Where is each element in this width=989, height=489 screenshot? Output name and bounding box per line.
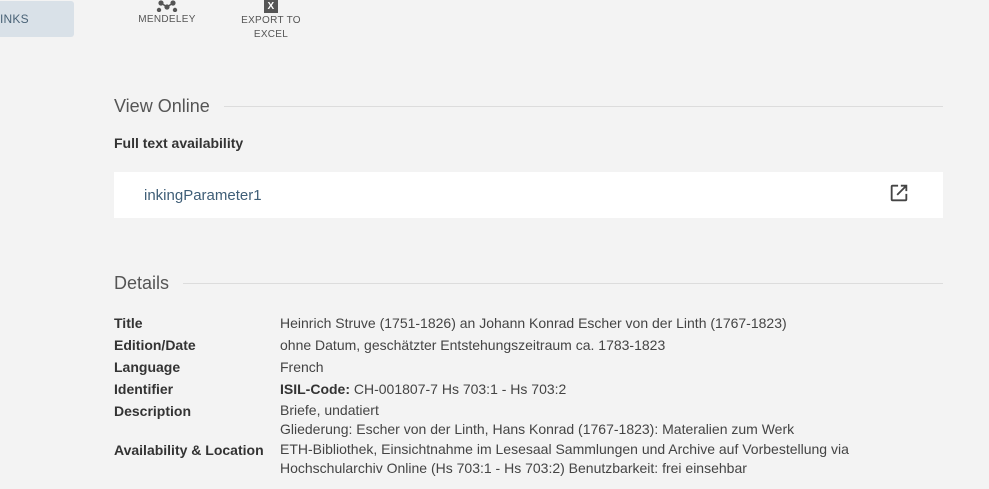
description-line: Gliederung: Escher von der Linth, Hans K…: [280, 421, 795, 437]
detail-value: Briefe, undatiert Gliederung: Escher von…: [280, 400, 794, 439]
detail-value: French: [280, 359, 324, 375]
sidebar-tab-label: INKS: [0, 12, 29, 26]
detail-label: Language: [114, 359, 181, 375]
full-text-availability-heading: Full text availability: [114, 135, 244, 151]
identifier-prefix: ISIL-Code:: [280, 381, 350, 397]
detail-label: Title: [114, 315, 143, 331]
section-divider: [183, 283, 943, 284]
mendeley-icon: [156, 0, 178, 12]
mendeley-label: MENDELEY: [138, 14, 196, 25]
details-heading: Details: [114, 273, 943, 294]
detail-value: Heinrich Struve (1751-1826) an Johann Ko…: [280, 315, 787, 331]
view-online-heading: View Online: [114, 96, 943, 117]
full-text-link-card[interactable]: inkingParameter1: [114, 172, 943, 218]
detail-row-description: Description Briefe, undatiert Gliederung…: [114, 400, 943, 439]
identifier-value: CH-001807-7 Hs 703:1 - Hs 703:2: [353, 381, 567, 397]
detail-row-identifier: Identifier ISIL-Code: CH-001807-7 Hs 703…: [114, 378, 943, 400]
detail-row-availability-location: Availability & Location ETH-Bibliothek, …: [114, 439, 943, 478]
detail-label: Availability & Location: [114, 442, 264, 458]
detail-row-title: Title Heinrich Struve (1751-1826) an Joh…: [114, 312, 943, 334]
external-link-icon[interactable]: [888, 182, 910, 204]
excel-icon: X: [264, 0, 278, 13]
details-title: Details: [114, 273, 170, 293]
view-online-title: View Online: [114, 96, 210, 116]
full-text-link[interactable]: inkingParameter1: [144, 187, 262, 204]
detail-row-edition-date: Edition/Date ohne Datum, geschätzter Ent…: [114, 334, 943, 356]
availability-line: Hochschularchiv Online (Hs 703:1 - Hs 70…: [280, 460, 747, 476]
detail-label: Edition/Date: [114, 337, 196, 353]
export-label-line2: EXCEL: [253, 29, 289, 40]
details-list: Title Heinrich Struve (1751-1826) an Joh…: [114, 312, 943, 478]
detail-value: ETH-Bibliothek, Einsichtnahme im Lesesaa…: [280, 439, 849, 478]
description-line: Briefe, undatiert: [280, 402, 379, 418]
detail-label: Description: [114, 403, 192, 419]
export-label-line1: EXPORT TO: [241, 15, 301, 26]
detail-value: ohne Datum, geschätzter Entstehungszeitr…: [280, 337, 666, 353]
export-to-excel-button[interactable]: X EXPORT TO EXCEL: [240, 0, 302, 42]
availability-line: ETH-Bibliothek, Einsichtnahme im Lesesaa…: [280, 441, 849, 457]
mendeley-button[interactable]: MENDELEY: [136, 0, 198, 27]
section-divider: [223, 106, 943, 107]
sidebar-tab-links[interactable]: INKS: [0, 1, 74, 37]
detail-label: Identifier: [114, 381, 174, 397]
detail-value: ISIL-Code: CH-001807-7 Hs 703:1 - Hs 703…: [280, 378, 566, 400]
detail-row-language: Language French: [114, 356, 943, 378]
